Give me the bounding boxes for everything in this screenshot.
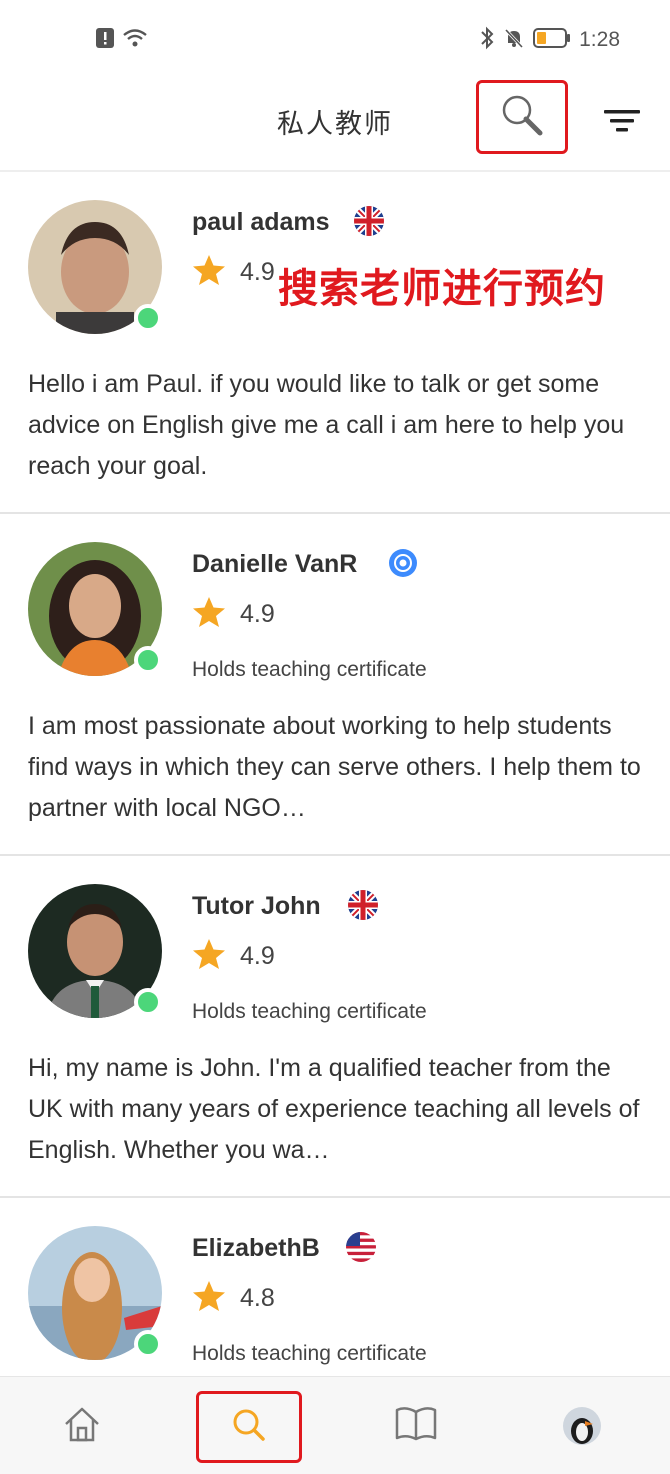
rating: 4.9 <box>192 938 275 974</box>
search-icon <box>498 91 546 143</box>
wifi-icon <box>122 28 148 52</box>
tutor-name: Danielle VanR <box>192 550 358 578</box>
us-flag-icon <box>346 1232 376 1262</box>
tutor-card[interactable]: ElizabethB 4.8 Holds teaching certificat… <box>0 1198 670 1398</box>
tutor-name: ElizabethB <box>192 1234 320 1262</box>
online-status-dot <box>134 988 162 1016</box>
star-icon <box>192 938 226 974</box>
rating-value: 4.8 <box>240 1283 275 1312</box>
tutor-list: paul adams 4.9 搜索老师进行预约 Hello i am Paul.… <box>0 172 670 1398</box>
book-icon <box>394 1406 438 1446</box>
tutor-bio: I am most passionate about working to he… <box>28 712 641 822</box>
rating: 4.8 <box>192 1280 275 1316</box>
battery-icon <box>533 27 571 53</box>
status-bar: 1:28 <box>0 0 670 80</box>
star-icon <box>192 596 226 632</box>
star-icon <box>192 254 226 290</box>
verified-badge-icon <box>388 548 418 578</box>
bluetooth-icon <box>479 26 495 54</box>
annotation-text: 搜索老师进行预约 <box>278 266 606 312</box>
online-status-dot <box>134 1330 162 1358</box>
rating-value: 4.9 <box>240 599 275 628</box>
uk-flag-icon <box>354 206 384 236</box>
online-status-dot <box>134 646 162 674</box>
alert-icon <box>96 28 114 52</box>
rating: 4.9 <box>192 596 275 632</box>
certificate-label: Holds teaching certificate <box>192 658 427 681</box>
app-header: 私人教师 <box>0 80 670 172</box>
tutor-card[interactable]: Danielle VanR 4.9 Holds teaching certifi… <box>0 514 670 856</box>
page-title: 私人教师 <box>277 109 393 140</box>
tab-home[interactable] <box>40 1377 124 1474</box>
bottom-tab-bar <box>0 1376 670 1474</box>
tutor-bio: Hello i am Paul. if you would like to ta… <box>28 370 625 480</box>
certificate-label: Holds teaching certificate <box>192 1342 427 1365</box>
tutor-name: Tutor John <box>192 892 321 920</box>
star-icon <box>192 1280 226 1316</box>
tab-search[interactable] <box>196 1391 302 1463</box>
tutor-name: paul adams <box>192 208 330 236</box>
tutor-card[interactable]: paul adams 4.9 搜索老师进行预约 Hello i am Paul.… <box>0 172 670 514</box>
filter-icon <box>602 110 642 140</box>
rating: 4.9 <box>192 254 275 290</box>
home-icon <box>62 1404 102 1448</box>
filter-button[interactable] <box>602 106 642 136</box>
online-status-dot <box>134 304 162 332</box>
tutor-card[interactable]: Tutor John 4.9 Holds teaching certificat… <box>0 856 670 1198</box>
status-time: 1:28 <box>579 28 620 51</box>
profile-avatar <box>563 1407 601 1445</box>
search-button[interactable] <box>476 80 568 154</box>
certificate-label: Holds teaching certificate <box>192 1000 427 1023</box>
mute-bell-icon <box>503 27 525 53</box>
rating-value: 4.9 <box>240 941 275 970</box>
tab-profile[interactable] <box>540 1377 624 1474</box>
uk-flag-icon <box>348 890 378 920</box>
rating-value: 4.9 <box>240 257 275 286</box>
search-icon <box>230 1406 268 1448</box>
tab-library[interactable] <box>374 1377 458 1474</box>
tutor-bio: Hi, my name is John. I'm a qualified tea… <box>28 1054 640 1164</box>
